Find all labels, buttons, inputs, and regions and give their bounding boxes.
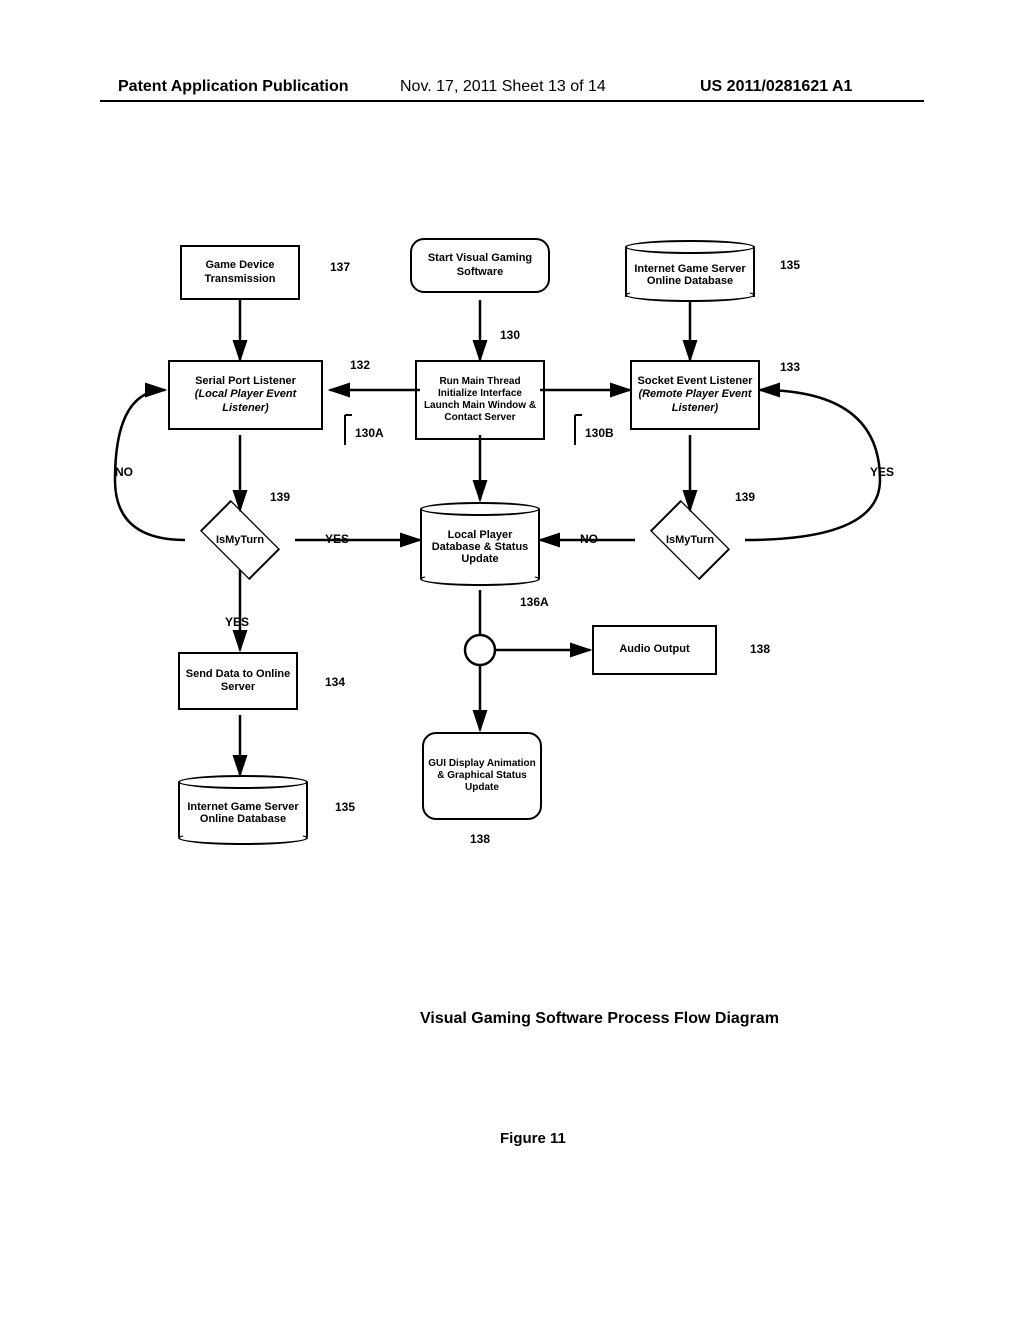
label-no-right: NO bbox=[580, 532, 598, 546]
label-yes-right: YES bbox=[870, 465, 894, 479]
node-internet-db-top: Internet Game Server Online Database bbox=[625, 240, 755, 300]
label-134: 134 bbox=[325, 675, 345, 689]
node-start-visual: Start Visual Gaming Software bbox=[410, 238, 550, 293]
ismyturn-left-text: IsMyTurn bbox=[216, 534, 264, 546]
serial-port-line1: Serial Port Listener bbox=[195, 375, 296, 387]
node-send-data: Send Data to Online Server bbox=[178, 652, 298, 710]
label-138-audio: 138 bbox=[750, 642, 770, 656]
header-divider bbox=[100, 100, 924, 102]
label-139-left: 139 bbox=[270, 490, 290, 504]
local-player-db-text: Local Player Database & Status Update bbox=[422, 529, 538, 565]
label-no-left: NO bbox=[115, 465, 133, 479]
node-ismyturn-left: IsMyTurn bbox=[190, 510, 290, 570]
label-130A: 130A bbox=[355, 426, 384, 440]
internet-db-bottom-text: Internet Game Server Online Database bbox=[180, 801, 306, 825]
node-ismyturn-right: IsMyTurn bbox=[640, 510, 740, 570]
label-138-gui: 138 bbox=[470, 832, 490, 846]
node-internet-db-bottom: Internet Game Server Online Database bbox=[178, 775, 308, 845]
node-gui-display: GUI Display Animation & Graphical Status… bbox=[422, 732, 542, 820]
node-serial-port: Serial Port Listener (Local Player Event… bbox=[168, 360, 323, 430]
figure-label: Figure 11 bbox=[500, 1130, 566, 1147]
serial-port-line2: (Local Player Event Listener) bbox=[195, 388, 297, 413]
label-135-top: 135 bbox=[780, 258, 800, 272]
label-yes-left: YES bbox=[325, 532, 349, 546]
node-run-main: Run Main Thread Initialize Interface Lau… bbox=[415, 360, 545, 440]
label-133: 133 bbox=[780, 360, 800, 374]
header-mid: Nov. 17, 2011 Sheet 13 of 14 bbox=[400, 78, 606, 96]
diagram-caption: Visual Gaming Software Process Flow Diag… bbox=[420, 1010, 779, 1028]
label-yes-left-down: YES bbox=[225, 615, 249, 629]
label-130B: 130B bbox=[585, 426, 614, 440]
ismyturn-right-text: IsMyTurn bbox=[666, 534, 714, 546]
label-130: 130 bbox=[500, 328, 520, 342]
node-internet-db-top-text: Internet Game Server Online Database bbox=[627, 263, 753, 287]
diagram-canvas: Game Device Transmission 137 Start Visua… bbox=[100, 220, 924, 980]
node-audio-output: Audio Output bbox=[592, 625, 717, 675]
label-136A: 136A bbox=[520, 595, 549, 609]
label-139-right: 139 bbox=[735, 490, 755, 504]
header-right: US 2011/0281621 A1 bbox=[700, 78, 852, 96]
label-132: 132 bbox=[350, 358, 370, 372]
socket-event-line1: Socket Event Listener bbox=[638, 375, 753, 387]
node-game-device: Game Device Transmission bbox=[180, 245, 300, 300]
label-135-bottom: 135 bbox=[335, 800, 355, 814]
node-socket-event: Socket Event Listener (Remote Player Eve… bbox=[630, 360, 760, 430]
socket-event-line2: (Remote Player Event Listener) bbox=[638, 388, 751, 413]
node-local-player-db: Local Player Database & Status Update bbox=[420, 502, 540, 587]
header-left: Patent Application Publication bbox=[118, 78, 349, 96]
label-137: 137 bbox=[330, 260, 350, 274]
